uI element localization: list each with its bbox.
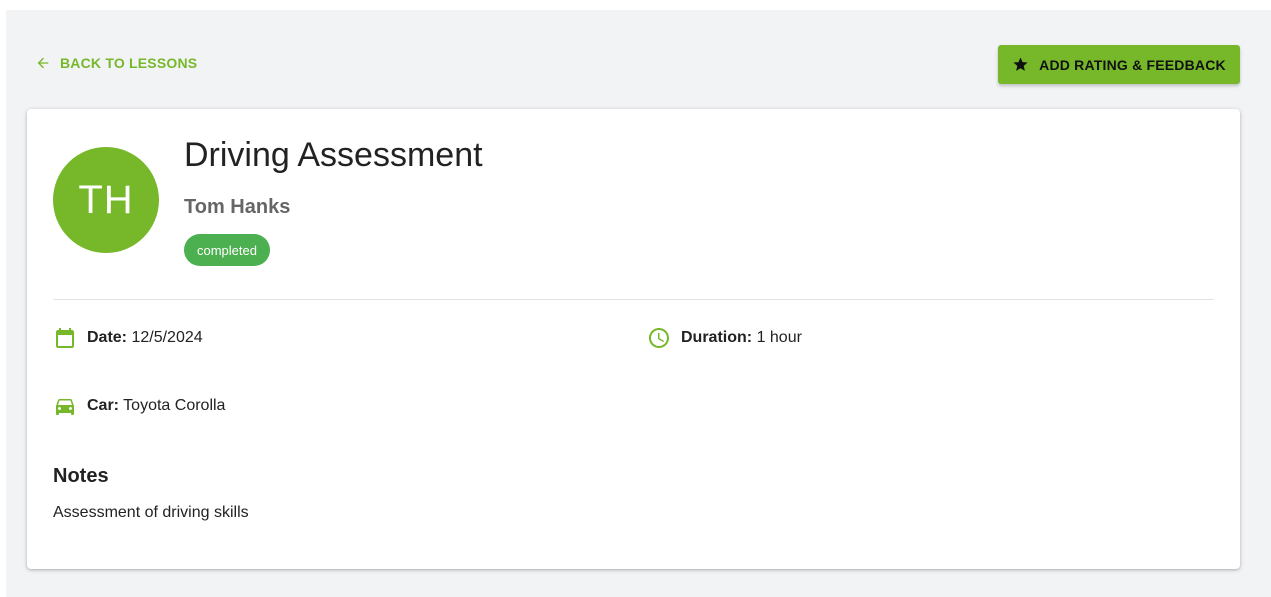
notes-heading: Notes (53, 465, 109, 487)
star-icon (1012, 56, 1029, 73)
duration-detail: Duration: 1 hour (647, 326, 802, 350)
notes-text: Assessment of driving skills (53, 504, 249, 521)
car-value: Toyota Corolla (123, 397, 226, 414)
add-rating-feedback-button[interactable]: ADD RATING & FEEDBACK (998, 45, 1240, 84)
divider (53, 299, 1214, 300)
back-to-lessons-link[interactable]: BACK TO LESSONS (35, 55, 197, 71)
student-name: Tom Hanks (184, 196, 291, 218)
car-detail: Car: Toyota Corolla (53, 394, 225, 418)
status-badge: completed (184, 234, 270, 266)
lesson-detail-card: TH Driving Assessment Tom Hanks complete… (27, 109, 1240, 569)
lesson-title: Driving Assessment (184, 136, 483, 174)
add-rating-feedback-label: ADD RATING & FEEDBACK (1039, 56, 1226, 73)
page-background: BACK TO LESSONS ADD RATING & FEEDBACK TH… (6, 10, 1271, 597)
date-value: 12/5/2024 (131, 329, 203, 346)
duration-label: Duration: (681, 329, 753, 346)
clock-icon (647, 326, 671, 350)
date-detail: Date: 12/5/2024 (53, 326, 203, 350)
date-label: Date: (87, 329, 128, 346)
avatar: TH (53, 147, 159, 253)
top-bar: BACK TO LESSONS ADD RATING & FEEDBACK (6, 10, 1271, 109)
car-label: Car: (87, 397, 120, 414)
car-icon (53, 394, 77, 418)
arrow-left-icon (35, 55, 51, 71)
back-link-label: BACK TO LESSONS (60, 55, 198, 71)
calendar-icon (53, 326, 77, 350)
duration-value: 1 hour (756, 329, 802, 346)
